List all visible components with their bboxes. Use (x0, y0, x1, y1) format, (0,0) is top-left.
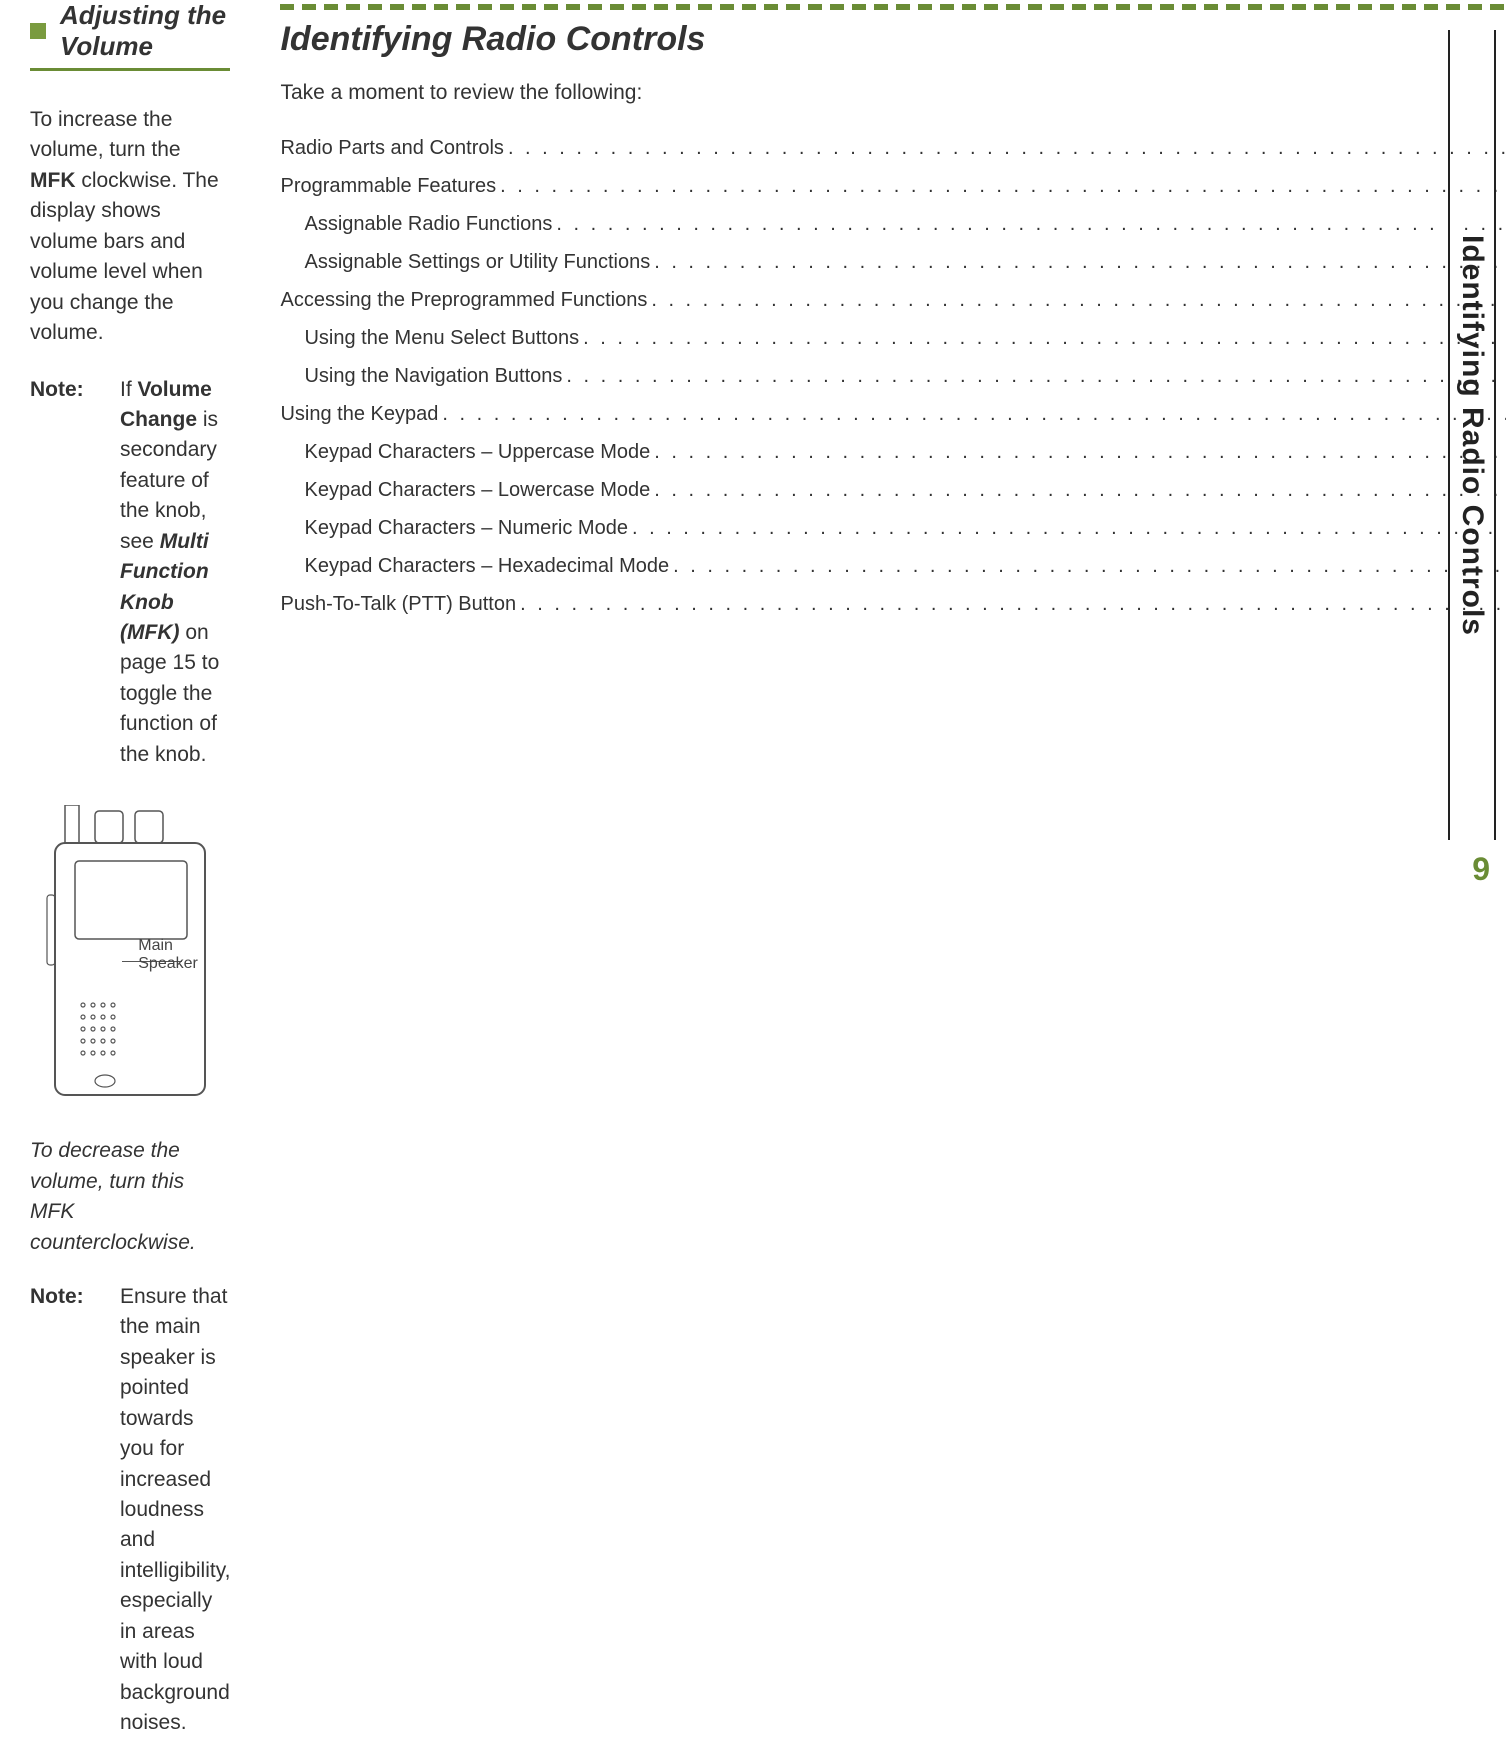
toc-label: Keypad Characters – Numeric Mode (304, 509, 627, 547)
toc-label: Programmable Features (280, 167, 496, 205)
volume-increase-paragraph: To increase the volume, turn the MFK clo… (30, 105, 230, 349)
page-number: 9 (1472, 851, 1490, 888)
toc-entry: Assignable Settings or Utility Functions… (280, 243, 1506, 281)
section-heading-text: Adjusting the Volume (60, 0, 230, 62)
toc-label: Accessing the Preprogrammed Functions (280, 281, 647, 319)
toc-label: Push-To-Talk (PTT) Button (280, 585, 516, 623)
callout-text: Main (138, 937, 198, 955)
radio-illustration: Main Speaker (30, 800, 230, 1110)
toc-entry: Using the Keypadpage 16 (280, 395, 1506, 433)
toc-leader-dots (579, 319, 1506, 357)
heading-bullet-icon (30, 23, 46, 39)
side-tab-label: Identifying Radio Controls (1448, 30, 1496, 840)
toc-leader-dots (552, 205, 1506, 243)
toc-entry: Programmable Featurespage 11 (280, 167, 1506, 205)
volume-decrease-paragraph: To decrease the volume, turn this MFK co… (30, 1136, 230, 1258)
text-fragment: clockwise. The display shows volume bars… (30, 169, 219, 344)
toc-leader-dots (650, 471, 1506, 509)
toc-label: Keypad Characters – Lowercase Mode (304, 471, 650, 509)
toc-leader-dots (650, 433, 1506, 471)
toc-label: Assignable Radio Functions (304, 205, 552, 243)
section-underline (30, 68, 230, 71)
toc-leader-dots (516, 585, 1506, 623)
note-volume-change: Note: If Volume Change is secondary feat… (30, 375, 230, 771)
toc-entry: Radio Parts and Controlspage 10 (280, 129, 1506, 167)
chapter-intro: Take a moment to review the following: (280, 81, 1506, 105)
toc-label: Assignable Settings or Utility Functions (304, 243, 650, 281)
toc-entry: Assignable Radio Functionspage 11 (280, 205, 1506, 243)
note-label: Note: (30, 375, 120, 771)
toc-leader-dots (504, 129, 1506, 167)
toc-entry: Using the Navigation Buttonspage 14 (280, 357, 1506, 395)
toc-leader-dots (562, 357, 1506, 395)
toc-entry: Keypad Characters – Lowercase Modepage 1… (280, 471, 1506, 509)
toc-entry: Keypad Characters – Uppercase Modepage 1… (280, 433, 1506, 471)
toc-entry: Keypad Characters – Numeric Modepage 18 (280, 509, 1506, 547)
toc-leader-dots (628, 509, 1506, 547)
toc-label: Keypad Characters – Hexadecimal Mode (304, 547, 669, 585)
note-body: Ensure that the main speaker is pointed … (120, 1282, 230, 1739)
text-fragment: To increase the volume, turn the (30, 108, 181, 161)
chapter-dashed-rule (280, 4, 1506, 10)
text-fragment: If (120, 378, 138, 401)
section-heading: Adjusting the Volume (30, 0, 230, 62)
toc-entry: Accessing the Preprogrammed Functionspag… (280, 281, 1506, 319)
mfk-term: MFK (30, 169, 76, 192)
toc-entry: Push-To-Talk (PTT) Buttonpage 20 (280, 585, 1506, 623)
note-body: If Volume Change is secondary feature of… (120, 375, 230, 771)
toc-entry: Keypad Characters – Hexadecimal Modepage… (280, 547, 1506, 585)
toc-leader-dots (650, 243, 1506, 281)
note-speaker-orientation: Note: Ensure that the main speaker is po… (30, 1282, 230, 1739)
toc-leader-dots (669, 547, 1506, 585)
toc-leader-dots (438, 395, 1506, 433)
table-of-contents: Radio Parts and Controlspage 10Programma… (280, 129, 1506, 623)
speaker-callout: Main Speaker (138, 937, 198, 973)
callout-text: Speaker (138, 955, 198, 973)
toc-label: Keypad Characters – Uppercase Mode (304, 433, 650, 471)
note-label: Note: (30, 1282, 120, 1739)
toc-leader-dots (496, 167, 1506, 205)
toc-label: Radio Parts and Controls (280, 129, 503, 167)
toc-label: Using the Keypad (280, 395, 438, 433)
toc-leader-dots (647, 281, 1506, 319)
side-tab-text: Identifying Radio Controls (1455, 235, 1489, 636)
chapter-heading: Identifying Radio Controls (280, 20, 1506, 59)
toc-label: Using the Navigation Buttons (304, 357, 562, 395)
toc-entry: Using the Menu Select Buttonspage 14 (280, 319, 1506, 357)
toc-label: Using the Menu Select Buttons (304, 319, 579, 357)
